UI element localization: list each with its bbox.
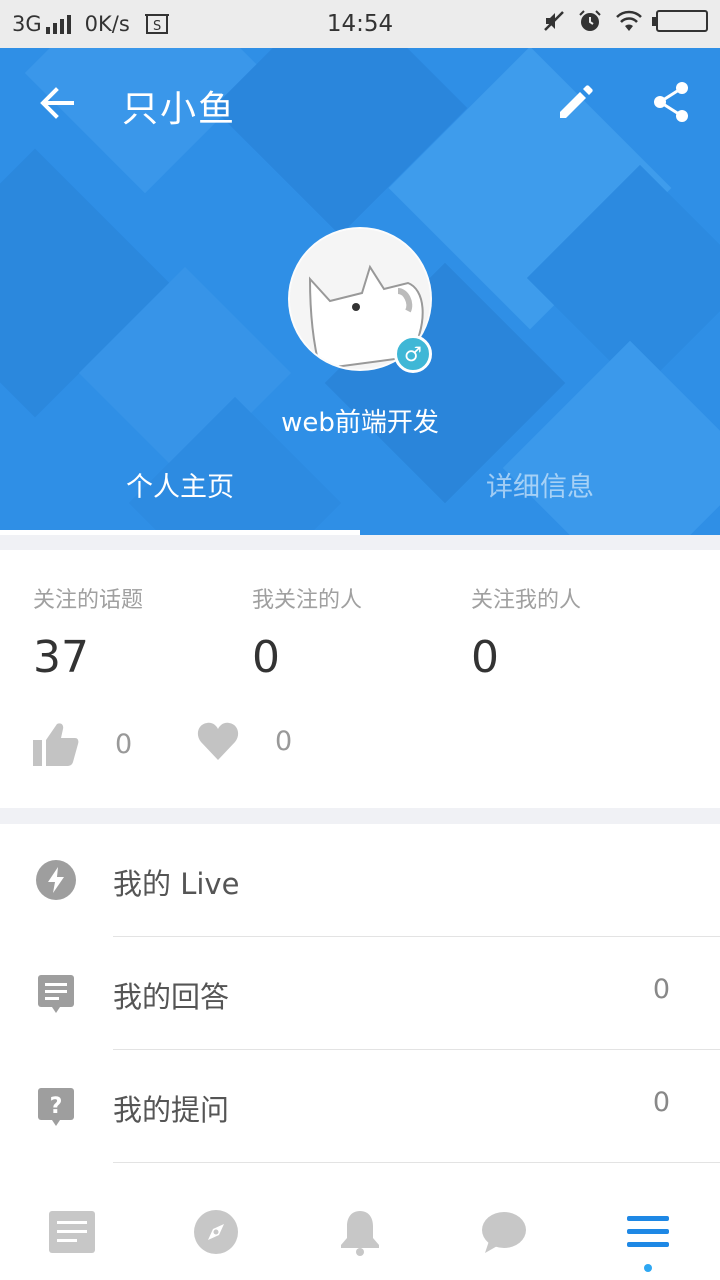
menu-item-label: 我的提问 (113, 1093, 230, 1127)
lightning-icon (36, 860, 76, 900)
explore-icon (194, 1209, 238, 1254)
stat-value: 37 (33, 632, 89, 683)
profile-header: 只小鱼 ♂ web前端开发 个人主页 详细信息 (0, 48, 720, 535)
bottom-navigation (0, 1183, 720, 1280)
stat-value: 0 (471, 632, 499, 683)
favorites-count: 0 (275, 725, 293, 757)
tab-profile-home[interactable]: 个人主页 (0, 464, 360, 535)
stat-label: 我关注的人 (252, 588, 363, 613)
status-right (542, 9, 708, 33)
menu-item-label: 我的回答 (113, 980, 230, 1014)
heart-icon (197, 722, 239, 760)
stat-followed-topics[interactable]: 关注的话题 37 (33, 582, 143, 683)
status-bar: 3G 0K/s S 14:54 (0, 0, 720, 48)
svg-text:?: ? (50, 1094, 63, 1119)
profile-bio: web前端开发 (281, 408, 439, 438)
nav-explore[interactable] (144, 1183, 288, 1280)
back-button[interactable] (32, 78, 82, 128)
profile-tabs: 个人主页 详细信息 (0, 464, 720, 535)
mute-icon (544, 11, 564, 31)
answer-icon (38, 975, 74, 1013)
active-indicator-dot (644, 1264, 652, 1272)
share-button[interactable] (648, 78, 696, 126)
menu-item-count: 0 (652, 974, 670, 1005)
gender-badge: ♂ (394, 335, 432, 373)
alarm-icon (579, 10, 601, 31)
menu-item-count: 0 (652, 1087, 670, 1118)
likes-count: 0 (115, 728, 133, 760)
menu-list: 我的 Live 我的回答 0 ? 我的提问 0 (0, 824, 720, 1194)
nav-notifications[interactable] (288, 1183, 432, 1280)
stat-label: 关注的话题 (33, 588, 144, 613)
page-title: 只小鱼 (122, 89, 237, 130)
tab-details[interactable]: 详细信息 (360, 464, 720, 535)
menu-item-my-answers[interactable]: 我的回答 0 (0, 937, 720, 1050)
likes-counter[interactable]: 0 (33, 722, 132, 766)
battery-icon (652, 10, 708, 32)
stat-followers[interactable]: 关注我的人 0 (471, 582, 581, 683)
profile-page: 3G 0K/s S 14:54 只小鱼 ♂ web前端开发 个人主页 详细信息 … (0, 0, 720, 1280)
menu-item-my-live[interactable]: 我的 Live (0, 824, 720, 937)
edit-button[interactable] (552, 78, 600, 126)
stat-following[interactable]: 我关注的人 0 (252, 582, 362, 683)
bell-icon (341, 1210, 379, 1256)
wifi-icon (616, 10, 642, 31)
app-bar: 只小鱼 (0, 48, 720, 160)
tab-indicator (0, 530, 360, 535)
menu-icon (627, 1215, 669, 1247)
favorites-counter[interactable]: 0 (197, 722, 292, 760)
stat-label: 关注我的人 (471, 588, 582, 613)
nav-feed[interactable] (0, 1183, 144, 1280)
question-icon: ? (38, 1088, 74, 1126)
chat-icon (482, 1211, 526, 1253)
feed-icon (49, 1210, 95, 1253)
menu-item-my-questions[interactable]: ? 我的提问 0 (0, 1050, 720, 1163)
divider (113, 1162, 720, 1163)
menu-item-label: 我的 Live (113, 867, 240, 901)
stat-value: 0 (252, 632, 280, 683)
thumbs-up-icon (33, 723, 79, 766)
nav-messages[interactable] (432, 1183, 576, 1280)
stats-card: 关注的话题 37 我关注的人 0 关注我的人 0 0 0 (0, 550, 720, 808)
